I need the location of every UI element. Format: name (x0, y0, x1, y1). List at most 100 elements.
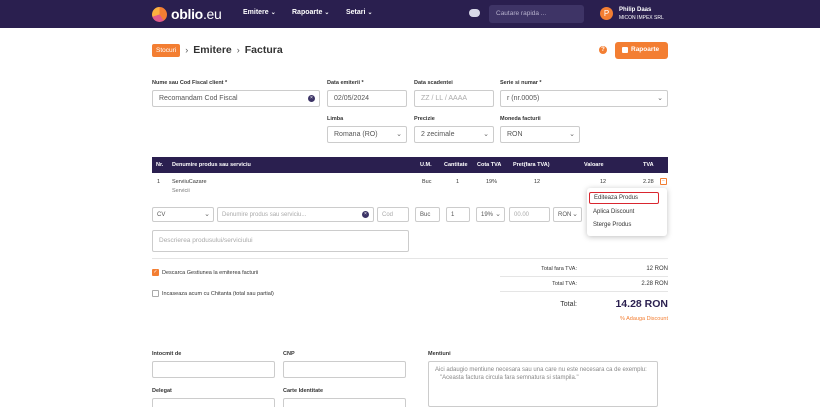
price-input[interactable]: 00.00 (509, 207, 550, 222)
mentions-placeholder-2: "Aceasta factura circula fara semnatura … (440, 375, 579, 381)
delegate-label: Delegat (152, 388, 172, 394)
receipt-checkbox-label: Incaseaza acum cu Chitanta (total sau pa… (162, 291, 274, 297)
nav-rapoarte[interactable]: Rapoarte ⌄ (292, 9, 329, 16)
products-table-header: Nr. Denumire produs sau serviciu U.M. Ca… (152, 157, 668, 173)
help-icon[interactable]: ? (599, 46, 607, 54)
chevron-right-icon: › (185, 45, 189, 55)
line-type-select[interactable]: CV ⌄ (152, 207, 214, 222)
row-nr: 1 (157, 179, 161, 185)
avatar[interactable]: P (600, 7, 613, 20)
stocuri-badge[interactable]: Stocuri (152, 43, 181, 57)
series-label: Serie si numar * (500, 80, 542, 86)
add-discount-link[interactable]: % Adauga Discount (588, 316, 668, 322)
mentions-placeholder-1: Aici adaugio mentiune necesara sau una c… (435, 367, 647, 373)
client-input[interactable]: Recomandam Cod Fiscal × (152, 90, 320, 107)
col-um: U.M. (420, 162, 432, 168)
total-no-vat-value: 12 RON (646, 266, 668, 272)
due-date-label: Data scadentei (414, 80, 453, 86)
precision-select[interactable]: 2 zecimale ⌄ (414, 126, 494, 143)
col-price: Pret(fara TVA) (513, 162, 550, 168)
issue-date-input[interactable]: 02/05/2024 (327, 90, 407, 107)
chevron-down-icon: ⌄ (483, 131, 489, 138)
row-value: 12 (600, 179, 607, 185)
precision-label: Precizie (414, 116, 435, 122)
stock-checkbox[interactable]: ✓ (152, 269, 159, 276)
divider (152, 258, 668, 259)
row-actions-menu: Editeaza Produs Aplica Discount Sterge P… (587, 188, 667, 236)
row-price: 12 (534, 179, 541, 185)
total-value: 14.28 RON (615, 298, 668, 310)
product-name-input[interactable]: Denumire produs sau serviciu... × (217, 207, 374, 222)
chevron-down-icon: ⌄ (495, 211, 501, 218)
language-select[interactable]: Romana (RO) ⌄ (327, 126, 407, 143)
user-company: MICON IMPEX SRL (619, 15, 664, 21)
series-select[interactable]: r (nr.0005) ⌄ (500, 90, 668, 107)
client-label: Nume sau Cod Fiscal client * (152, 80, 228, 86)
line-currency-value: RON (558, 212, 572, 218)
mentions-label: Mentiuni (428, 351, 451, 357)
total-label: Total: (560, 301, 577, 308)
cloud-icon[interactable] (469, 9, 480, 17)
menu-item-edit-product[interactable]: Editeaza Produs (589, 192, 659, 204)
product-code-input[interactable]: Cod (377, 207, 409, 222)
id-card-input[interactable] (283, 398, 406, 407)
qty-input[interactable]: 1 (446, 207, 470, 222)
issue-date-label: Data emiterii * (327, 80, 364, 86)
stock-checkbox-label: Descarca Gestiunea la emiterea facturii (162, 270, 259, 276)
logo[interactable]: oblio.eu (152, 6, 222, 22)
total-vat-label: Total TVA: (552, 281, 577, 287)
line-currency-select[interactable]: RON ⌄ (553, 207, 582, 222)
currency-value: RON (507, 131, 523, 138)
vat-select[interactable]: 19% ⌄ (476, 207, 505, 222)
clear-icon[interactable]: × (308, 95, 315, 102)
chevron-down-icon: ⌄ (367, 10, 373, 16)
issued-by-input[interactable] (152, 361, 275, 378)
nav-emitere-label: Emitere (243, 9, 269, 16)
row-qty: 1 (456, 179, 460, 185)
due-date-input[interactable]: ZZ / LL / AAAA (414, 90, 494, 107)
top-navbar: oblio.eu Emitere ⌄ Rapoarte ⌄ Setari ⌄ Caut… (0, 0, 820, 28)
currency-label: Moneda facturii (500, 116, 541, 122)
series-value: r (nr.0005) (507, 95, 540, 102)
reports-button-label: Rapoarte (631, 46, 660, 53)
nav-rapoarte-label: Rapoarte (292, 9, 323, 16)
breadcrumb: Stocuri › Emitere › Factura (152, 43, 283, 57)
page-title: Factura (244, 44, 283, 56)
row-menu-button[interactable]: − (660, 178, 667, 185)
currency-select[interactable]: RON ⌄ (500, 126, 580, 143)
col-name: Denumire produs sau serviciu (172, 162, 251, 168)
issued-by-label: Intocmit de (152, 351, 182, 357)
receipt-checkbox[interactable] (152, 290, 159, 297)
divider (500, 291, 668, 292)
um-input[interactable]: Buc (415, 207, 440, 222)
chevron-down-icon: ⌄ (396, 131, 402, 138)
chevron-down-icon: ⌄ (270, 10, 276, 16)
line-type-value: CV (157, 212, 166, 218)
client-value: Recomandam Cod Fiscal (159, 95, 238, 102)
nav-emitere[interactable]: Emitere ⌄ (243, 9, 276, 16)
search-input[interactable]: Cautare rapida ... (489, 5, 584, 23)
nav-setari[interactable]: Setari ⌄ (346, 9, 373, 16)
language-label: Limba (327, 116, 344, 122)
col-qty: Cantitate (444, 162, 468, 168)
nav-setari-label: Setari (346, 9, 366, 16)
divider (500, 276, 668, 277)
chevron-down-icon: ⌄ (204, 211, 210, 218)
menu-item-apply-discount[interactable]: Aplica Discount (593, 209, 634, 215)
delegate-input[interactable] (152, 398, 275, 407)
chevron-down-icon: ⌄ (569, 131, 575, 138)
user-name[interactable]: Philip Daas (619, 7, 651, 13)
total-no-vat-label: Total fara TVA: (541, 266, 577, 272)
cnp-input[interactable] (283, 361, 406, 378)
col-value: Valoare (584, 162, 604, 168)
breadcrumb-emitere[interactable]: Emitere (193, 44, 232, 56)
mentions-textarea[interactable]: Aici adaugio mentiune necesara sau una c… (428, 361, 658, 407)
menu-item-delete-product[interactable]: Sterge Produs (593, 222, 631, 228)
id-card-label: Carte Identitate (283, 388, 324, 394)
clear-icon[interactable]: × (362, 211, 369, 218)
reports-button[interactable]: Rapoarte (615, 42, 668, 59)
chevron-right-icon: › (236, 45, 240, 55)
description-textarea[interactable]: Descrierea produsului/serviciului (152, 230, 409, 252)
row-name: ServiiuCazare (172, 179, 207, 185)
total-vat-value: 2.28 RON (641, 281, 668, 287)
